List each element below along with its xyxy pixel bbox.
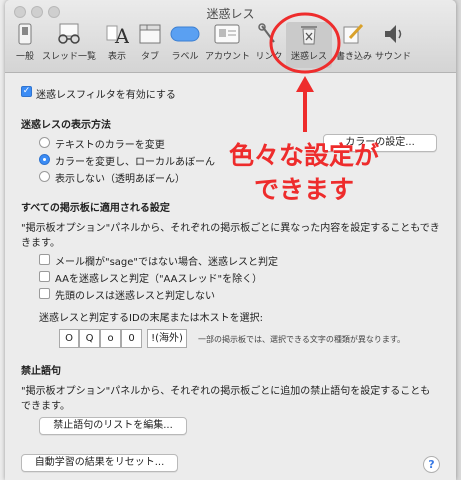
annotation-text-line1: 色々な設定が	[228, 141, 379, 170]
annotation-arrow-head	[296, 76, 314, 92]
annotation-text-line2: できます	[253, 175, 354, 204]
annotation-circle	[269, 12, 341, 74]
annotation-overlay	[269, 12, 341, 132]
